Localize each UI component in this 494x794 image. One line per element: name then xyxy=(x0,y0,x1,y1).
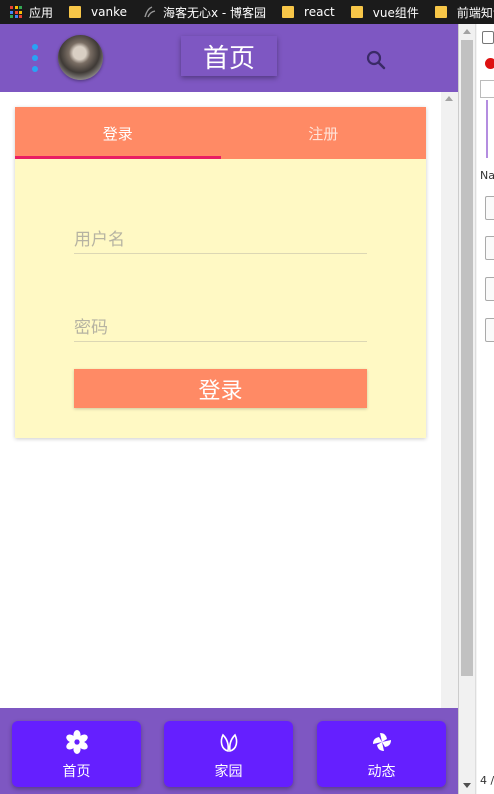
devtools-row-button[interactable] xyxy=(485,318,494,342)
devtools-row-button[interactable] xyxy=(485,196,494,220)
devtools-scrollbar[interactable] xyxy=(459,24,476,794)
tab-indicator xyxy=(15,156,221,159)
bookmark-label: vue组件 xyxy=(372,5,419,20)
password-field xyxy=(74,316,367,342)
pinwheel-icon xyxy=(369,729,395,755)
bookmark-label: react xyxy=(304,5,335,19)
tab-login[interactable]: 登录 xyxy=(15,107,221,159)
bookmark-apps[interactable]: 应用 xyxy=(0,0,59,24)
scroll-up-icon[interactable] xyxy=(463,29,471,34)
username-field xyxy=(74,228,367,254)
app-bar: 首页 xyxy=(0,24,458,92)
avatar[interactable] xyxy=(58,35,103,80)
password-input[interactable] xyxy=(74,316,367,340)
bookmark-vue[interactable]: vue组件 xyxy=(341,0,425,24)
bookmark-label: vanke xyxy=(91,5,127,19)
folder-icon xyxy=(434,6,447,18)
bookmark-apps-label: 应用 xyxy=(29,5,54,20)
devtools-row-button[interactable] xyxy=(485,277,494,301)
scroll-up-icon[interactable] xyxy=(445,96,453,101)
page-indicator: 4 / xyxy=(480,774,494,787)
devtools-row-button[interactable] xyxy=(485,236,494,260)
bookmark-react[interactable]: react xyxy=(272,0,341,24)
page-title: 首页 xyxy=(181,36,277,76)
record-icon[interactable] xyxy=(485,58,494,69)
more-vert-icon[interactable] xyxy=(30,44,40,72)
nav-garden-button[interactable]: 家园 xyxy=(164,721,293,787)
login-button[interactable]: 登录 xyxy=(74,369,367,408)
bottom-nav: 首页 家园 动态 xyxy=(0,708,458,794)
nav-home-button[interactable]: 首页 xyxy=(12,721,141,787)
bookmark-label: 海客无心x - 博客园 xyxy=(162,5,267,20)
nav-home-label: 首页 xyxy=(62,764,91,780)
flower-icon xyxy=(64,729,90,755)
scrollbar-thumb[interactable] xyxy=(461,40,473,676)
nav-moments-button[interactable]: 动态 xyxy=(317,721,446,787)
cnblogs-icon xyxy=(143,5,157,19)
search-icon[interactable] xyxy=(366,50,386,70)
bookmark-label: 前端知识 xyxy=(456,5,494,20)
nav-garden-label: 家园 xyxy=(214,764,243,780)
devtools-panel: Na 4 / xyxy=(458,24,494,794)
bookmarks-bar: 应用 vanke 海客无心x - 博客园 react vue组件 前端知识 xyxy=(0,0,494,24)
name-column-header: Na xyxy=(480,169,494,182)
bookmark-frontend[interactable]: 前端知识 xyxy=(425,0,494,24)
folder-icon xyxy=(350,6,363,18)
device-toolbar-icon[interactable] xyxy=(482,31,494,44)
timeline-marker xyxy=(486,100,488,158)
filter-box[interactable] xyxy=(480,80,494,98)
bookmark-cnblogs[interactable]: 海客无心x - 博客园 xyxy=(133,0,272,24)
folder-icon xyxy=(69,6,82,18)
auth-tabs: 登录 注册 xyxy=(15,107,426,159)
devtools-content: Na 4 / xyxy=(477,24,494,794)
tab-register[interactable]: 注册 xyxy=(221,107,427,159)
folder-icon xyxy=(282,6,295,18)
nav-moments-label: 动态 xyxy=(367,764,396,780)
auth-card: 登录 注册 登录 xyxy=(15,107,426,438)
apps-grid-icon xyxy=(10,6,22,18)
scroll-down-icon[interactable] xyxy=(463,783,471,788)
bookmark-vanke[interactable]: vanke xyxy=(59,0,133,24)
username-input[interactable] xyxy=(74,228,367,252)
page-scrollbar[interactable] xyxy=(441,92,458,708)
page-viewport: 首页 登录 注册 登录 xyxy=(0,24,458,794)
leaf-icon xyxy=(216,729,242,755)
